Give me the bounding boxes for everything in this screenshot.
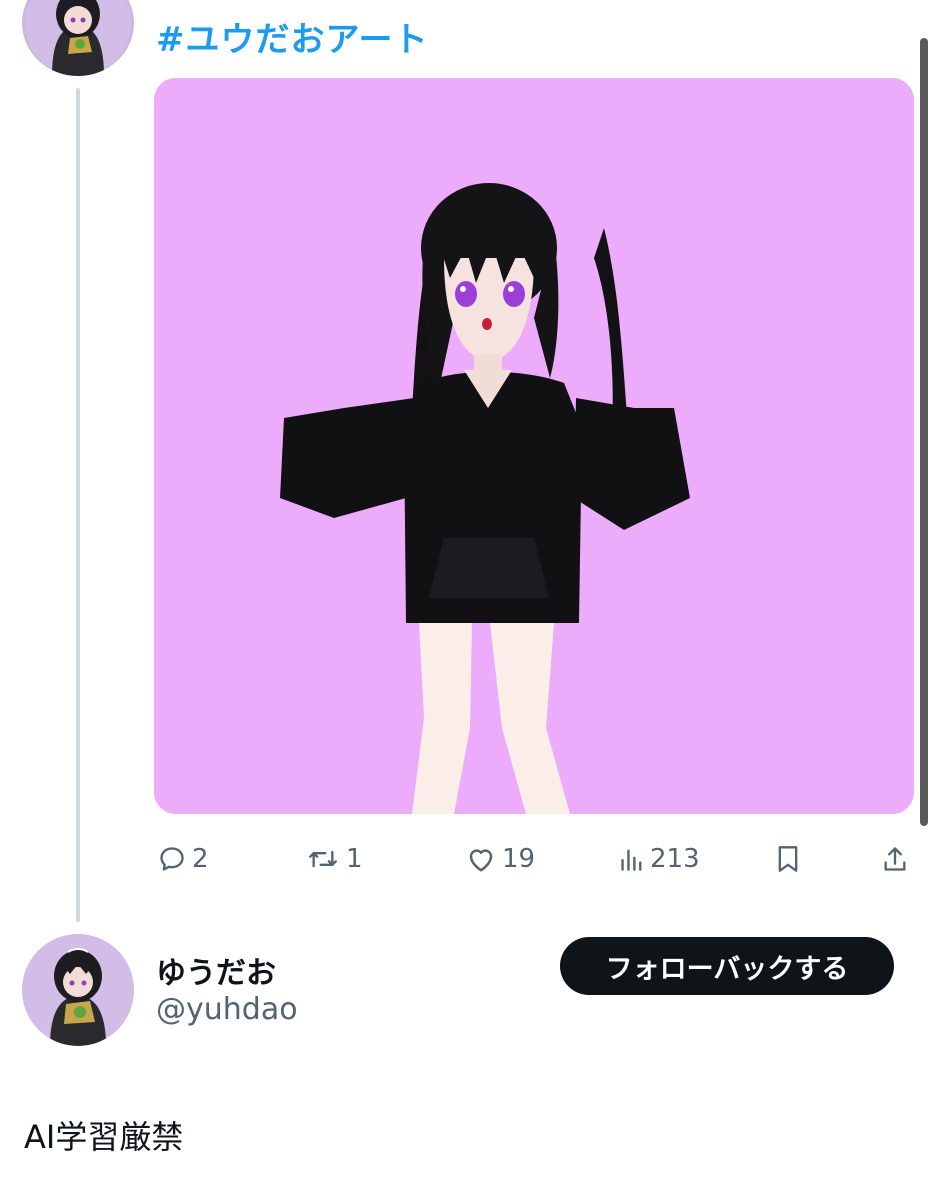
bookmark-button[interactable] <box>776 836 800 882</box>
share-button[interactable] <box>882 836 908 882</box>
hashtag-link[interactable]: #ユウだおアート <box>156 12 428 61</box>
user-handle[interactable]: @yuhdao <box>156 992 298 1027</box>
thread-connector-line <box>76 88 80 922</box>
like-button[interactable]: 19 <box>466 836 535 882</box>
user-display-name[interactable]: ゆうだお <box>156 948 276 992</box>
tweet-media-image[interactable] <box>154 78 914 814</box>
author-avatar[interactable] <box>22 0 134 76</box>
bookmark-icon <box>776 845 800 873</box>
views-count: 213 <box>650 844 700 874</box>
user-bio: AI学習厳禁 <box>24 1118 184 1156</box>
retweet-button[interactable]: 1 <box>306 836 363 882</box>
views-icon <box>620 846 644 872</box>
reply-icon <box>158 845 186 873</box>
like-icon <box>466 845 496 873</box>
retweet-icon <box>306 845 340 873</box>
reply-button[interactable]: 2 <box>158 836 209 882</box>
like-count: 19 <box>502 844 536 874</box>
reply-count: 2 <box>192 844 209 874</box>
tweet-action-bar: 2 1 19 213 <box>154 836 914 882</box>
user-avatar[interactable] <box>22 934 134 1046</box>
follow-back-button[interactable]: フォローバックする <box>560 937 894 995</box>
tweet-thread-page: #ユウだおアート 2 1 19 213 ゆうだお @yuhdao フォローバック… <box>0 0 934 1200</box>
scrollbar[interactable] <box>920 38 928 826</box>
retweet-count: 1 <box>346 844 363 874</box>
share-icon <box>882 845 908 873</box>
views-button[interactable]: 213 <box>620 836 700 882</box>
